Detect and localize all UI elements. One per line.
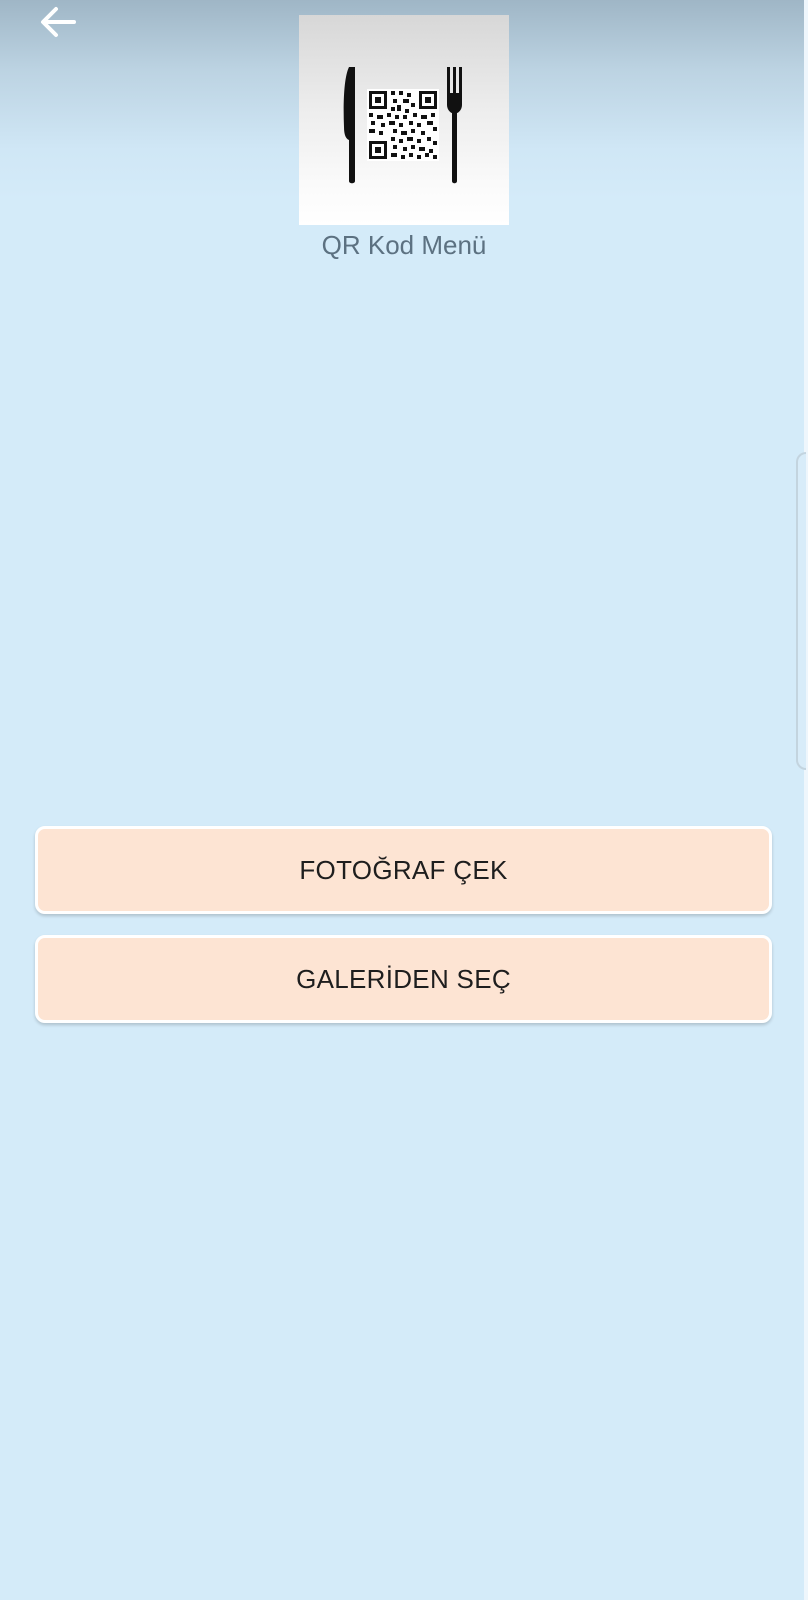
app-title: QR Kod Menü (321, 230, 487, 260)
screen-edge (804, 0, 808, 1600)
choose-from-gallery-button[interactable]: GALERİDEN SEÇ (35, 935, 772, 1023)
fork-icon (447, 67, 462, 184)
app-logo (299, 15, 509, 225)
qr-menu-cutlery-logo (343, 67, 462, 184)
qr-code-icon (367, 89, 439, 161)
choose-from-gallery-label: GALERİDEN SEÇ (296, 963, 511, 994)
back-button[interactable] (36, 2, 80, 42)
take-photo-button[interactable]: FOTOĞRAF ÇEK (35, 826, 772, 914)
knife-icon (343, 67, 355, 184)
take-photo-label: FOTOĞRAF ÇEK (299, 854, 508, 885)
edge-panel-handle[interactable] (796, 452, 806, 770)
arrow-left-icon (41, 7, 76, 37)
